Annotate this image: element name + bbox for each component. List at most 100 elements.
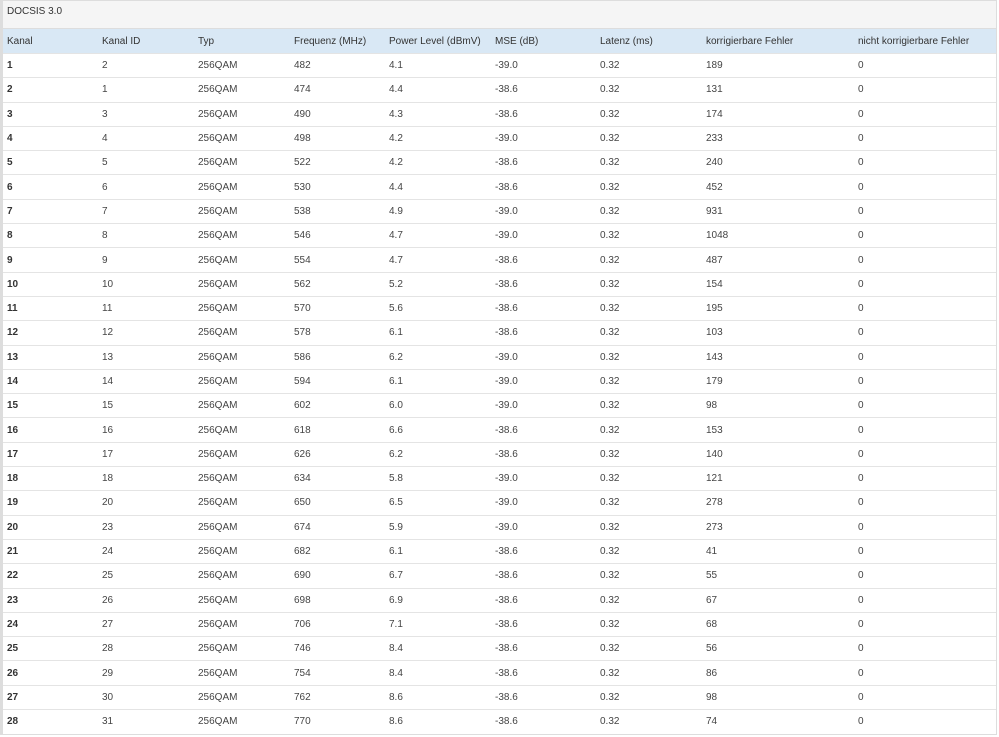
table-cell: 256QAM bbox=[194, 684, 290, 710]
table-cell: 98 bbox=[702, 393, 854, 418]
table-cell: 13 bbox=[98, 344, 194, 370]
table-cell: 0 bbox=[854, 52, 996, 78]
table-cell: 18 bbox=[3, 466, 98, 491]
table-cell: 4.4 bbox=[385, 174, 491, 200]
table-cell: 131 bbox=[702, 77, 854, 103]
table-cell: -39.0 bbox=[491, 198, 596, 224]
table-cell: 674 bbox=[290, 514, 385, 540]
table-cell: 487 bbox=[702, 247, 854, 273]
table-cell: 195 bbox=[702, 295, 854, 321]
table-cell: 0 bbox=[854, 77, 996, 103]
table-cell: 11 bbox=[3, 295, 98, 321]
table-cell: 698 bbox=[290, 587, 385, 613]
table-cell: 273 bbox=[702, 514, 854, 540]
table-row: 23 26 256QAM 698 6.9 -38.6 0.32 67 0 bbox=[3, 587, 996, 613]
table-cell: 594 bbox=[290, 368, 385, 394]
table-cell: 0.32 bbox=[596, 295, 702, 321]
table-cell: 6.1 bbox=[385, 538, 491, 564]
table-row: 12 12 256QAM 578 6.1 -38.6 0.32 103 0 bbox=[3, 320, 996, 346]
table-cell: 256QAM bbox=[194, 271, 290, 297]
table-cell: -38.6 bbox=[491, 295, 596, 321]
table-cell: 74 bbox=[702, 709, 854, 734]
table-cell: 0.32 bbox=[596, 709, 702, 734]
table-row: 1 2 256QAM 482 4.1 -39.0 0.32 189 0 bbox=[3, 52, 996, 78]
table-cell: 256QAM bbox=[194, 247, 290, 273]
table-cell: -39.0 bbox=[491, 344, 596, 370]
table-row: 26 29 256QAM 754 8.4 -38.6 0.32 86 0 bbox=[3, 660, 996, 686]
table-cell: -38.6 bbox=[491, 320, 596, 346]
table-cell: 31 bbox=[98, 709, 194, 734]
table-cell: 8.4 bbox=[385, 660, 491, 686]
table-cell: 256QAM bbox=[194, 320, 290, 346]
table-cell: 1 bbox=[98, 77, 194, 103]
table-cell: 55 bbox=[702, 563, 854, 589]
table-cell: -39.0 bbox=[491, 393, 596, 418]
table-cell: 103 bbox=[702, 320, 854, 346]
table-row: 18 18 256QAM 634 5.8 -39.0 0.32 121 0 bbox=[3, 466, 996, 491]
table-cell: 153 bbox=[702, 417, 854, 443]
table-cell: 706 bbox=[290, 611, 385, 637]
column-header: nicht korrigierbare Fehler bbox=[854, 29, 996, 54]
table-cell: 474 bbox=[290, 77, 385, 103]
table-cell: 179 bbox=[702, 368, 854, 394]
table-cell: 15 bbox=[3, 393, 98, 418]
table-row: 6 6 256QAM 530 4.4 -38.6 0.32 452 0 bbox=[3, 174, 996, 200]
table-cell: 0 bbox=[854, 101, 996, 127]
table-cell: 0 bbox=[854, 125, 996, 151]
table-cell: 4.7 bbox=[385, 247, 491, 273]
column-header: korrigierbare Fehler bbox=[702, 29, 854, 54]
table-cell: 0 bbox=[854, 490, 996, 516]
table-cell: 0 bbox=[854, 611, 996, 637]
table-cell: 56 bbox=[702, 636, 854, 661]
table-cell: 0.32 bbox=[596, 320, 702, 346]
table-cell: 0.32 bbox=[596, 490, 702, 516]
table-cell: -38.6 bbox=[491, 684, 596, 710]
table-cell: -38.6 bbox=[491, 563, 596, 589]
table-cell: 6.2 bbox=[385, 344, 491, 370]
table-cell: 256QAM bbox=[194, 587, 290, 613]
table-cell: -38.6 bbox=[491, 150, 596, 175]
table-cell: -39.0 bbox=[491, 514, 596, 540]
table-cell: 0 bbox=[854, 538, 996, 564]
table-cell: 17 bbox=[98, 441, 194, 467]
table-cell: 650 bbox=[290, 490, 385, 516]
table-cell: 256QAM bbox=[194, 295, 290, 321]
table-cell: -39.0 bbox=[491, 223, 596, 248]
table-cell: 28 bbox=[98, 636, 194, 661]
table-cell: 27 bbox=[98, 611, 194, 637]
table-cell: 23 bbox=[98, 514, 194, 540]
table-cell: 4.4 bbox=[385, 77, 491, 103]
table-row: 3 3 256QAM 490 4.3 -38.6 0.32 174 0 bbox=[3, 101, 996, 127]
table-cell: 6.9 bbox=[385, 587, 491, 613]
table-cell: 586 bbox=[290, 344, 385, 370]
table-cell: 13 bbox=[3, 344, 98, 370]
table-cell: 18 bbox=[98, 466, 194, 491]
table-row: 9 9 256QAM 554 4.7 -38.6 0.32 487 0 bbox=[3, 247, 996, 273]
table-cell: 9 bbox=[98, 247, 194, 273]
table-cell: 256QAM bbox=[194, 393, 290, 418]
table-cell: 0 bbox=[854, 320, 996, 346]
table-cell: -38.6 bbox=[491, 538, 596, 564]
table-cell: 7 bbox=[98, 198, 194, 224]
table-cell: 0 bbox=[854, 247, 996, 273]
table-cell: 0 bbox=[854, 417, 996, 443]
table-cell: 11 bbox=[98, 295, 194, 321]
table-cell: 482 bbox=[290, 52, 385, 78]
table-cell: 24 bbox=[98, 538, 194, 564]
table-cell: 16 bbox=[98, 417, 194, 443]
table-cell: 1 bbox=[3, 52, 98, 78]
table-cell: 4.2 bbox=[385, 125, 491, 151]
table-cell: 16 bbox=[3, 417, 98, 443]
table-row: 8 8 256QAM 546 4.7 -39.0 0.32 1048 0 bbox=[3, 223, 996, 248]
table-cell: 256QAM bbox=[194, 150, 290, 175]
table-cell: 0 bbox=[854, 368, 996, 394]
table-cell: 278 bbox=[702, 490, 854, 516]
table-cell: 4.3 bbox=[385, 101, 491, 127]
table-cell: 0 bbox=[854, 636, 996, 661]
table-cell: 0 bbox=[854, 441, 996, 467]
table-row: 13 13 256QAM 586 6.2 -39.0 0.32 143 0 bbox=[3, 344, 996, 370]
table-cell: 256QAM bbox=[194, 52, 290, 78]
table-cell: 5 bbox=[3, 150, 98, 175]
table-cell: 29 bbox=[98, 660, 194, 686]
table-cell: 0 bbox=[854, 709, 996, 734]
